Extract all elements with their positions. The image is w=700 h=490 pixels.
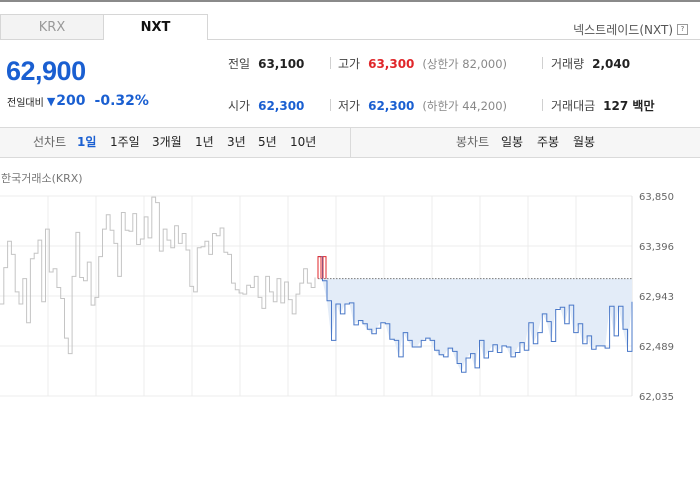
- y-tick-label: 63,850: [639, 192, 674, 203]
- y-tick-label: 63,396: [639, 242, 674, 253]
- series-line-krx: [0, 196, 316, 355]
- y-tick-label: 62,035: [639, 392, 674, 403]
- price-chart: 63,850 63,396 62,943 62,489 62,035: [0, 192, 674, 403]
- y-tick-label: 62,489: [639, 342, 674, 353]
- y-tick-label: 62,943: [639, 292, 674, 303]
